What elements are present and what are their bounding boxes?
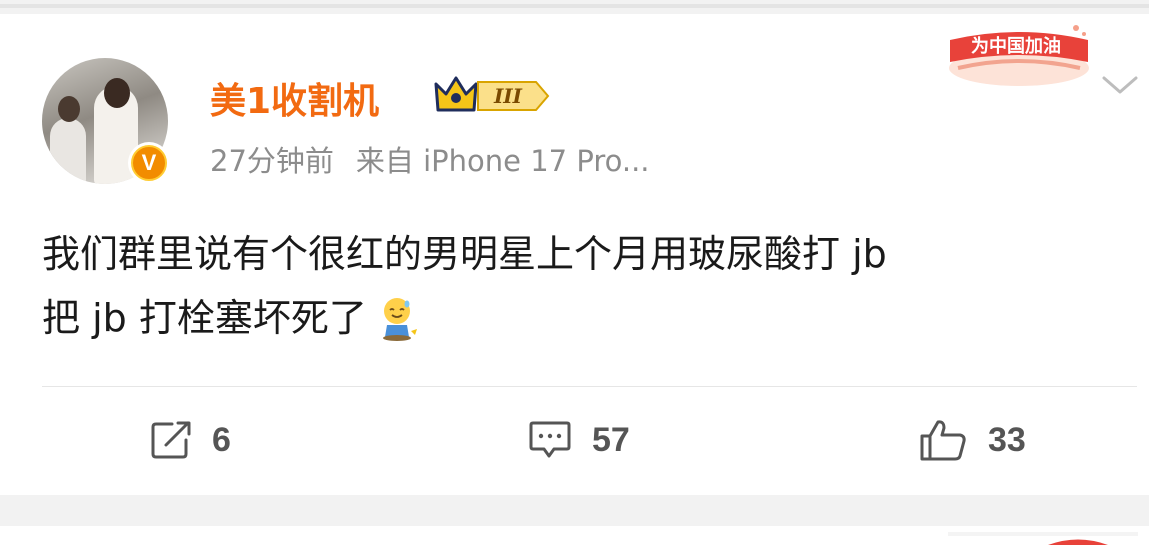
comment-count: 57 xyxy=(592,420,630,459)
content-line-2: 把 jb 打栓塞坏死了 xyxy=(42,296,367,340)
next-post-promo-peek xyxy=(948,532,1138,545)
repost-icon xyxy=(151,421,191,459)
post-meta: 27分钟前 来自 iPhone 17 Pro... xyxy=(210,138,650,180)
top-separator xyxy=(0,0,1149,14)
username[interactable]: 美1收割机 xyxy=(210,72,379,124)
sweat-smile-kneel-emoji-icon xyxy=(382,298,417,341)
like-button[interactable]: 33 xyxy=(918,418,1026,462)
post-time: 27分钟前 xyxy=(210,144,334,178)
divider xyxy=(42,386,1137,387)
thumbs-up-icon xyxy=(920,420,966,461)
comment-button[interactable]: 57 xyxy=(528,418,630,462)
card-separator xyxy=(0,495,1149,526)
vip-crown-badge-icon[interactable]: III xyxy=(432,70,552,116)
repost-count: 6 xyxy=(212,420,231,459)
comment-icon xyxy=(529,421,571,458)
level-badge-text: III xyxy=(493,84,523,108)
post-source[interactable]: 来自 iPhone 17 Pro... xyxy=(356,144,650,178)
chevron-down-icon[interactable] xyxy=(1100,74,1140,98)
promo-badge[interactable]: 为中国加油 xyxy=(944,18,1094,90)
verified-mark: V xyxy=(131,145,167,181)
post-content: 我们群里说有个很红的男明星上个月用玻尿酸打 jb 把 jb 打栓塞坏死了 xyxy=(42,222,1112,350)
verified-badge-icon: V xyxy=(128,142,170,184)
like-count: 33 xyxy=(988,420,1026,459)
promo-badge-text: 为中国加油 xyxy=(971,35,1061,57)
content-line-1: 我们群里说有个很红的男明星上个月用玻尿酸打 jb xyxy=(42,232,887,276)
repost-button[interactable]: 6 xyxy=(150,418,231,462)
